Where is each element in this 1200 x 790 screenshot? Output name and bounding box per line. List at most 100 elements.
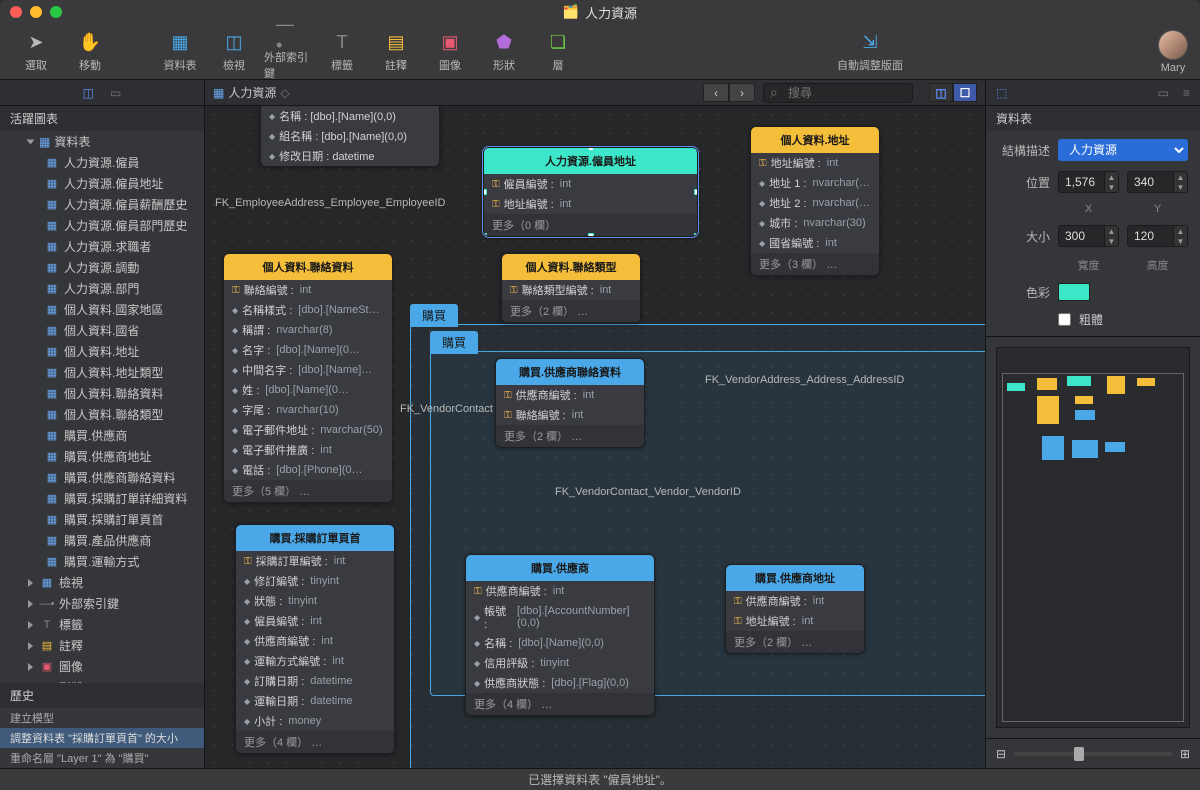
nav-forward[interactable]: ›: [729, 83, 755, 102]
entity-vendor-address[interactable]: 購買.供應商地址 ⚿供應商編號 :int⚿地址編號 :int 更多（2 欄） …: [725, 564, 865, 654]
tree-table-item[interactable]: ▦個人資料.國省: [0, 320, 204, 341]
tree-group-item[interactable]: ▤註釋: [0, 635, 204, 656]
minimap[interactable]: [996, 347, 1190, 728]
entity-partial[interactable]: ◆名稱 : [dbo].[Name](0,0)◆組名稱 : [dbo].[Nam…: [260, 106, 440, 167]
entity-field: ◆信用評級 :tinyint: [466, 653, 654, 673]
breadcrumb[interactable]: ▦人力資源◇: [213, 84, 290, 101]
tree-table-item[interactable]: ▦購買.供應商聯絡資料: [0, 467, 204, 488]
zoom-in[interactable]: ⊞: [1180, 747, 1190, 761]
tree-table-item[interactable]: ▦個人資料.聯絡資料: [0, 383, 204, 404]
zoom-slider[interactable]: [1014, 752, 1172, 756]
color-swatch[interactable]: [1058, 283, 1090, 301]
key-icon: ⚿: [734, 616, 742, 627]
inspector-tab-style[interactable]: ▭: [1158, 86, 1169, 100]
entity-field: ◆帳號 :[dbo].[AccountNumber](0,0): [466, 601, 654, 633]
tree-table-item[interactable]: ▦人力資源.僱員部門歷史: [0, 215, 204, 236]
tree-table-item[interactable]: ▦購買.供應商地址: [0, 446, 204, 467]
tree-table-item[interactable]: ▦人力資源.僱員地址: [0, 173, 204, 194]
schema-select[interactable]: 人力資源: [1058, 139, 1188, 161]
tree-table-item[interactable]: ▦人力資源.求職者: [0, 236, 204, 257]
tool-fk[interactable]: —•外部索引鍵: [264, 23, 312, 81]
width-stepper[interactable]: ▲▼: [1058, 225, 1119, 247]
table-icon: ▦: [44, 388, 60, 400]
tool-autolayout[interactable]: ⇲自動調整版面: [831, 31, 909, 73]
tool-table[interactable]: ▦資料表: [156, 31, 204, 73]
entity-more[interactable]: 更多（2 欄） …: [496, 425, 644, 447]
tree-group-item[interactable]: —•外部索引鍵: [0, 593, 204, 614]
diagram-canvas[interactable]: ◆名稱 : [dbo].[Name](0,0)◆組名稱 : [dbo].[Nam…: [205, 106, 985, 768]
height-stepper[interactable]: ▲▼: [1127, 225, 1188, 247]
search-input[interactable]: [763, 83, 913, 103]
tree-table-item[interactable]: ▦個人資料.國家地區: [0, 299, 204, 320]
field-icon: ◆: [244, 577, 250, 586]
history-item[interactable]: 調整資料表 "採購訂單頁首" 的大小: [0, 728, 204, 748]
tool-note[interactable]: ▤註釋: [372, 31, 420, 73]
tree-table-item[interactable]: ▦個人資料.地址: [0, 341, 204, 362]
entity-contact-type[interactable]: 個人資料.聯絡類型 ⚿聯絡類型編號 :int 更多（2 欄） …: [501, 253, 641, 323]
view-icon: ▦: [39, 577, 55, 589]
user-menu[interactable]: Mary: [1158, 30, 1188, 74]
tree-group-item[interactable]: T標籤: [0, 614, 204, 635]
entity-more[interactable]: 更多（2 欄） …: [726, 631, 864, 653]
tree-group-item[interactable]: ▦檢視: [0, 572, 204, 593]
history-header: 歷史: [0, 683, 204, 708]
tool-select[interactable]: ➤選取: [12, 31, 60, 73]
view-mode-split[interactable]: ◫: [929, 83, 953, 102]
layer-tab-outer[interactable]: 購買: [410, 304, 458, 327]
entity-field: ◆僱員編號 :int: [236, 611, 394, 631]
panel-tab-model[interactable]: ▭: [110, 86, 121, 100]
tree-root-tables[interactable]: ▦資料表: [0, 131, 204, 152]
entity-field: ◆供應商狀態 :[dbo].[Flag](0,0): [466, 673, 654, 693]
entity-field: ◆狀態 :tinyint: [236, 591, 394, 611]
tree-table-item[interactable]: ▦購買.運輸方式: [0, 551, 204, 572]
inspector-tab-list[interactable]: ≡: [1183, 86, 1190, 100]
entity-more[interactable]: 更多（4 欄） …: [236, 731, 394, 753]
inspector-tab-object[interactable]: ⬚: [996, 86, 1007, 100]
entity-address[interactable]: 個人資料.地址 ⚿地址編號 :int◆地址 1 :nvarchar(…◆地址 2…: [750, 126, 880, 276]
tool-shape[interactable]: ⬟形狀: [480, 31, 528, 73]
panel-tab-diagram[interactable]: ◫: [83, 86, 94, 100]
key-icon: ⚿: [474, 586, 482, 597]
tree-table-item[interactable]: ▦個人資料.地址類型: [0, 362, 204, 383]
tree-table-item[interactable]: ▦購買.採購訂單詳細資料: [0, 488, 204, 509]
bold-checkbox[interactable]: [1058, 313, 1071, 326]
tree-table-item[interactable]: ▦購買.供應商: [0, 425, 204, 446]
tree-table-item[interactable]: ▦人力資源.調動: [0, 257, 204, 278]
zoom-icon[interactable]: [50, 6, 62, 18]
entity-more[interactable]: 更多（3 欄） …: [751, 253, 879, 275]
view-mode-full[interactable]: ☐: [953, 83, 977, 102]
tree-table-item[interactable]: ▦人力資源.部門: [0, 278, 204, 299]
field-icon: ◆: [269, 152, 275, 161]
close-icon[interactable]: [10, 6, 22, 18]
entity-employee-address[interactable]: 人力資源.僱員地址 ⚿僱員編號 :int⚿地址編號 :int 更多（0 欄）: [483, 147, 698, 237]
tree-table-item[interactable]: ▦個人資料.聯絡類型: [0, 404, 204, 425]
active-diagram-header: 活躍圖表: [0, 106, 204, 131]
entity-vendor[interactable]: 購買.供應商 ⚿供應商編號 :int◆帳號 :[dbo].[AccountNum…: [465, 554, 655, 716]
entity-vendor-contact[interactable]: 購買.供應商聯絡資料 ⚿供應商編號 :int⚿聯絡編號 :int 更多（2 欄）…: [495, 358, 645, 448]
tool-image[interactable]: ▣圖像: [426, 31, 474, 73]
entity-more[interactable]: 更多（2 欄） …: [502, 300, 640, 322]
history-item[interactable]: 重命名層 "Layer 1" 為 "購買": [0, 748, 204, 768]
layer-tab-inner[interactable]: 購買: [430, 331, 478, 354]
entity-more[interactable]: 更多（5 欄） …: [224, 480, 392, 502]
tree-table-item[interactable]: ▦人力資源.僱員薪酬歷史: [0, 194, 204, 215]
tool-move[interactable]: ✋移動: [66, 31, 114, 73]
tree-table-item[interactable]: ▦購買.產品供應商: [0, 530, 204, 551]
tool-view[interactable]: ◫檢視: [210, 31, 258, 73]
tool-layer[interactable]: ❏層: [534, 31, 582, 73]
history-item[interactable]: 建立模型: [0, 708, 204, 728]
minimize-icon[interactable]: [30, 6, 42, 18]
tree-group-item[interactable]: ▣圖像: [0, 656, 204, 677]
entity-contact[interactable]: 個人資料.聯絡資料 ⚿聯絡編號 :int◆名稱樣式 :[dbo].[NameSt…: [223, 253, 393, 503]
entity-po-header[interactable]: 購買.採購訂單頁首 ⚿採購訂單編號 :int◆修訂編號 :tinyint◆狀態 …: [235, 524, 395, 754]
tree-table-item[interactable]: ▦購買.採購訂單頁首: [0, 509, 204, 530]
entity-field: ◆名稱 :[dbo].[Name](0,0): [466, 633, 654, 653]
entity-more[interactable]: 更多（4 欄） …: [466, 693, 654, 715]
tree-table-item[interactable]: ▦人力資源.僱員: [0, 152, 204, 173]
entity-header: 購買.供應商地址: [726, 565, 864, 591]
zoom-out[interactable]: ⊟: [996, 747, 1006, 761]
tool-label[interactable]: T標籤: [318, 31, 366, 73]
nav-back[interactable]: ‹: [703, 83, 729, 102]
pos-x-stepper[interactable]: ▲▼: [1058, 171, 1119, 193]
pos-y-stepper[interactable]: ▲▼: [1127, 171, 1188, 193]
